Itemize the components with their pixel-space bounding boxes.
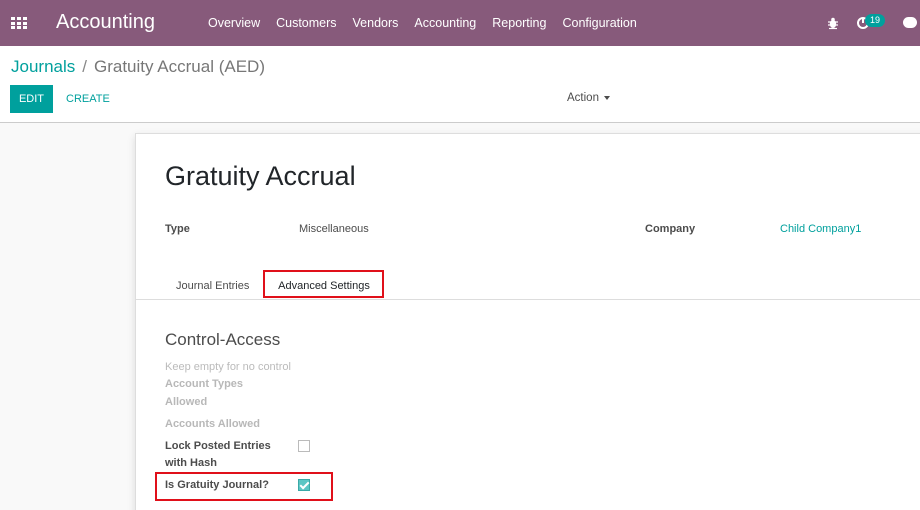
action-dropdown[interactable]: Action: [567, 92, 610, 104]
account-types-label-line1: Account Types: [165, 378, 244, 390]
bug-icon[interactable]: [826, 16, 840, 30]
activity-count-badge: 19: [865, 14, 886, 27]
action-dropdown-label: Action: [567, 92, 599, 104]
company-label: Company: [645, 223, 696, 235]
lock-posted-label-line2: with Hash: [165, 457, 217, 469]
breadcrumb-current: Gratuity Accrual (AED): [94, 57, 265, 76]
chat-icon[interactable]: [903, 17, 917, 28]
tab-journal-entries[interactable]: Journal Entries: [176, 272, 249, 300]
lock-posted-label-line1: Lock Posted Entries: [165, 440, 271, 452]
caret-down-icon: [603, 96, 610, 100]
breadcrumb-journals[interactable]: Journals: [11, 57, 75, 77]
menu-overview[interactable]: Overview: [200, 16, 268, 30]
account-types-placeholder[interactable]: Keep empty for no control: [165, 361, 291, 373]
type-value: Miscellaneous: [299, 223, 369, 235]
lock-posted-checkbox[interactable]: [298, 440, 310, 452]
menu-vendors[interactable]: Vendors: [345, 16, 407, 30]
account-types-label-line2: Allowed: [165, 396, 208, 408]
top-navbar: Accounting Overview Customers Vendors Ac…: [0, 0, 920, 46]
create-button[interactable]: CREATE: [62, 85, 114, 113]
tabs-divider: [136, 299, 920, 300]
accounts-allowed-label: Accounts Allowed: [165, 418, 260, 430]
company-link[interactable]: Child Company1: [780, 223, 861, 235]
highlight-box-gratuity: [155, 472, 333, 501]
menu-customers[interactable]: Customers: [268, 16, 344, 30]
menu-accounting[interactable]: Accounting: [406, 16, 484, 30]
menu-configuration[interactable]: Configuration: [554, 16, 644, 30]
menu-reporting[interactable]: Reporting: [484, 16, 554, 30]
edit-button[interactable]: EDIT: [10, 85, 53, 113]
main-menu: Overview Customers Vendors Accounting Re…: [200, 0, 645, 46]
record-title: Gratuity Accrual: [165, 161, 356, 191]
app-title[interactable]: Accounting: [56, 11, 155, 34]
breadcrumb: Journals / Gratuity Accrual (AED): [11, 57, 265, 77]
section-title-control-access: Control-Access: [165, 330, 281, 349]
type-label: Type: [165, 223, 190, 235]
apps-grid-icon[interactable]: [11, 17, 27, 29]
breadcrumb-separator: /: [82, 57, 87, 76]
highlight-box-tab: [263, 270, 384, 298]
